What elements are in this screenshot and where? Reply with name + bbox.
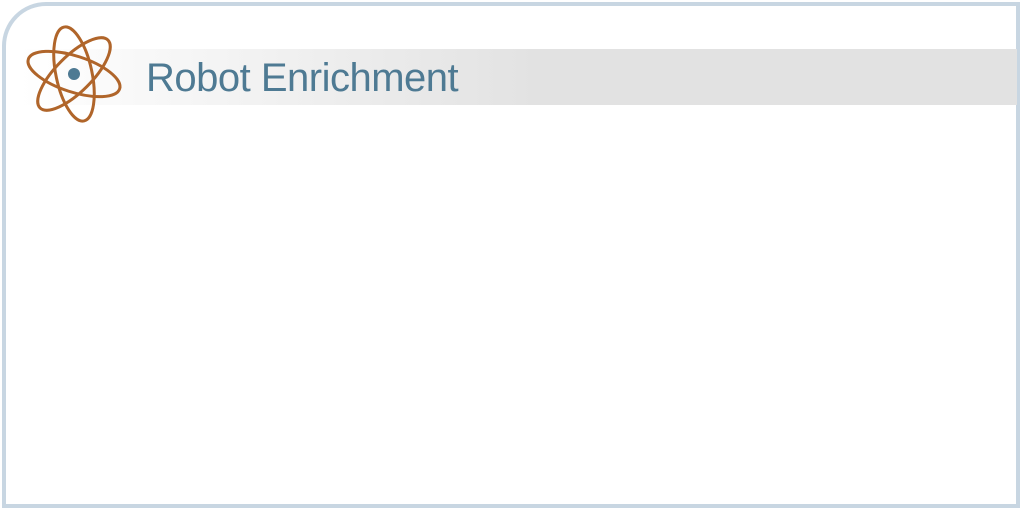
page-title: Robot Enrichment	[146, 56, 459, 100]
atom-icon	[26, 25, 122, 123]
content-area	[8, 110, 1016, 504]
nucleus-dot	[68, 68, 80, 80]
